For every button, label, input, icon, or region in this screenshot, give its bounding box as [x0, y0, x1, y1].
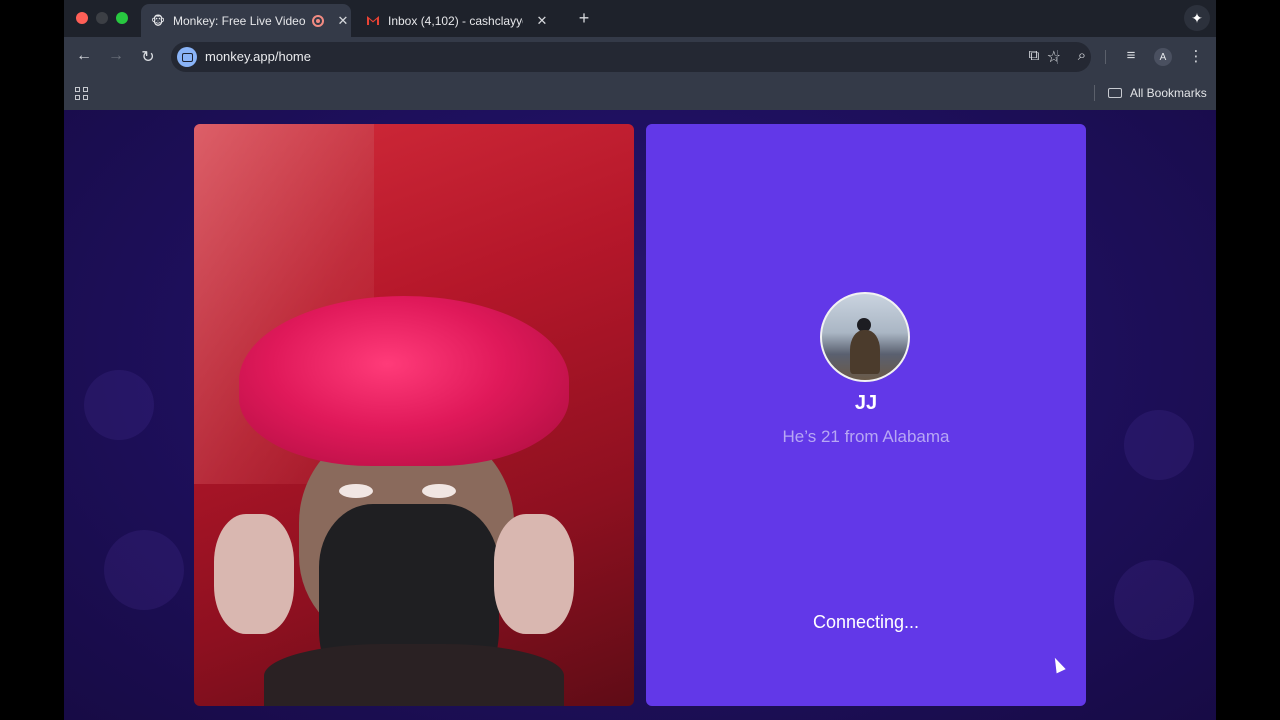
back-button[interactable]: ← [74, 47, 94, 65]
background-blob [1114, 560, 1194, 640]
person-eye [339, 484, 373, 498]
maximize-window-button[interactable] [116, 12, 128, 24]
match-description: He’s 21 from Alabama [782, 427, 950, 446]
tab-gmail[interactable]: Inbox (4,102) - cashclayyer@ ✕ [356, 4, 562, 37]
avatar-figure-body [850, 330, 880, 374]
folder-icon [1108, 88, 1122, 98]
all-bookmarks-label: All Bookmarks [1130, 86, 1207, 100]
bookmark-star-icon[interactable]: ☆ [1047, 47, 1061, 67]
match-card: JJ He’s 21 from Alabama Connecting... [646, 124, 1086, 706]
pink-bonnet [239, 296, 569, 466]
monkey-icon: 🐵 [151, 13, 165, 28]
person-body [264, 644, 564, 706]
close-tab-icon[interactable]: ✕ [535, 13, 549, 29]
video-camera-icon[interactable] [177, 47, 197, 67]
bookmarks-bar: All Bookmarks [64, 77, 1216, 111]
tab-search-icon[interactable]: ⌕ [1072, 47, 1092, 64]
background-blob [84, 370, 154, 440]
url-text[interactable]: monkey.app/home [205, 49, 311, 64]
person-eye [422, 484, 456, 498]
person-hand [494, 514, 574, 634]
all-bookmarks-button[interactable]: All Bookmarks [1108, 86, 1207, 100]
new-tab-button[interactable]: + [574, 8, 594, 29]
browser-window: 🐵 Monkey: Free Live Video C ✕ Inbox (4,1… [64, 0, 1216, 720]
bookmarks-divider [1094, 85, 1095, 101]
page-content: JJ He’s 21 from Alabama Connecting... [64, 110, 1216, 720]
close-window-button[interactable] [76, 12, 88, 24]
background-blob [1124, 410, 1194, 480]
match-avatar[interactable] [820, 292, 910, 382]
tab-title: Inbox (4,102) - cashclayyer@ [388, 13, 523, 28]
apps-grid-icon[interactable] [75, 87, 89, 101]
tab-title: Monkey: Free Live Video C [173, 13, 308, 28]
match-name: JJ [854, 392, 878, 414]
recording-icon [312, 14, 324, 27]
profile-avatar[interactable]: A [1154, 48, 1172, 66]
gemini-icon[interactable]: ✦ [1184, 5, 1210, 31]
address-bar[interactable]: monkey.app/home ☆ [171, 42, 1091, 72]
toolbar-divider [1105, 50, 1106, 64]
forward-button[interactable]: → [106, 47, 126, 65]
browser-toolbar: ← → ↻ monkey.app/home ☆ ⧉ ⌕ ≡ A ⋮ [64, 37, 1216, 77]
reload-button[interactable]: ↻ [138, 47, 158, 67]
person-hand [214, 514, 294, 634]
minimize-window-button[interactable] [96, 12, 108, 24]
connection-status: Connecting... [812, 612, 920, 632]
media-controls-icon[interactable]: ≡ [1121, 47, 1141, 64]
tab-monkey[interactable]: 🐵 Monkey: Free Live Video C ✕ [141, 4, 351, 37]
gmail-icon [366, 14, 380, 28]
extensions-icon[interactable]: ⧉ [1024, 47, 1044, 64]
self-video-feed [194, 124, 634, 706]
background-blob [104, 530, 184, 610]
close-tab-icon[interactable]: ✕ [336, 13, 350, 29]
tab-strip: 🐵 Monkey: Free Live Video C ✕ Inbox (4,1… [64, 0, 1216, 37]
toolbar-divider [1057, 50, 1058, 64]
menu-icon[interactable]: ⋮ [1186, 47, 1206, 65]
